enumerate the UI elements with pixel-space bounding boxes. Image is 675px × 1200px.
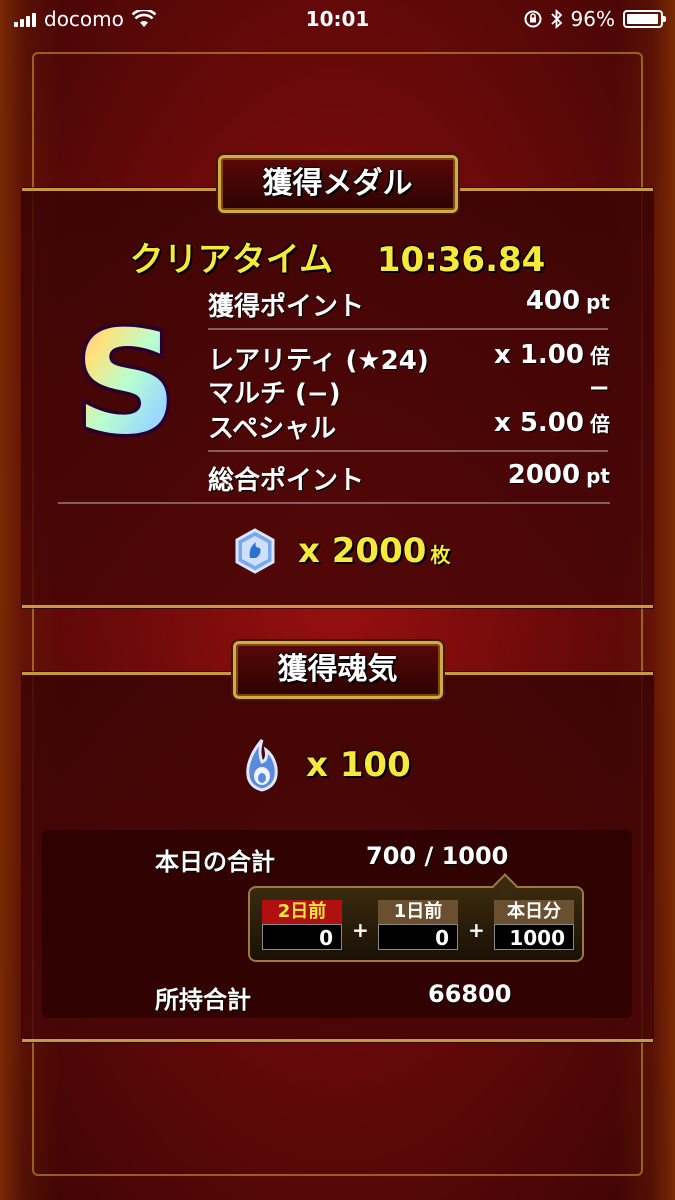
breakdown-today: 本日分 1000 <box>494 900 574 952</box>
bluetooth-icon <box>550 9 562 29</box>
multi-label: マルチ (−) <box>208 379 341 409</box>
battery-icon <box>623 10 666 28</box>
special-value: x 5.00 倍 <box>494 408 610 438</box>
daily-breakdown: 2日前 0 + 1日前 0 + 本日分 1000 <box>248 873 584 962</box>
total-points-label: 総合ポイント <box>208 466 365 496</box>
owned-total-value: 66800 <box>428 980 512 1008</box>
soul-reward: x 100 <box>240 738 411 792</box>
total-points-value: 2000 pt <box>507 460 610 490</box>
rarity-value: x 1.00 倍 <box>494 340 610 370</box>
soul-panel-title: 獲得魂気 <box>232 641 443 699</box>
battery-percent: 96% <box>570 7 615 31</box>
soul-amount: x 100 <box>306 745 411 785</box>
medal-panel-title: 獲得メダル <box>217 155 458 213</box>
rank-s-badge: S <box>71 318 180 448</box>
svg-text:S: S <box>75 318 177 448</box>
points-value: 400 pt <box>525 286 610 316</box>
status-bar: docomo 10:01 96% <box>0 0 675 38</box>
clear-time-label: クリアタイム <box>129 240 333 280</box>
divider <box>58 502 610 504</box>
points-label: 獲得ポイント <box>208 292 365 322</box>
orientation-lock-icon <box>524 10 542 28</box>
plus-sign: + <box>468 918 485 942</box>
medal-icon <box>235 528 275 574</box>
clear-time: クリアタイム 10:36.84 <box>0 232 675 281</box>
soul-flame-icon <box>246 739 278 792</box>
today-total-label: 本日の合計 <box>155 848 275 876</box>
multi-value: − <box>588 373 610 403</box>
owned-total-label: 所持合計 <box>155 986 251 1014</box>
today-total-value: 700 / 1000 <box>366 842 509 870</box>
rarity-label: レアリティ (★24) <box>208 346 429 376</box>
divider <box>208 450 608 452</box>
status-right: 96% <box>523 7 666 31</box>
medal-reward: x 2000 枚 <box>232 528 450 574</box>
special-label: スペシャル <box>208 414 337 444</box>
plus-sign: + <box>352 918 369 942</box>
medal-amount: x 2000 枚 <box>298 531 451 571</box>
breakdown-2-days-ago: 2日前 0 <box>262 900 342 952</box>
clear-time-value: 10:36.84 <box>376 240 546 280</box>
breakdown-1-day-ago: 1日前 0 <box>378 900 458 952</box>
divider <box>208 328 608 330</box>
